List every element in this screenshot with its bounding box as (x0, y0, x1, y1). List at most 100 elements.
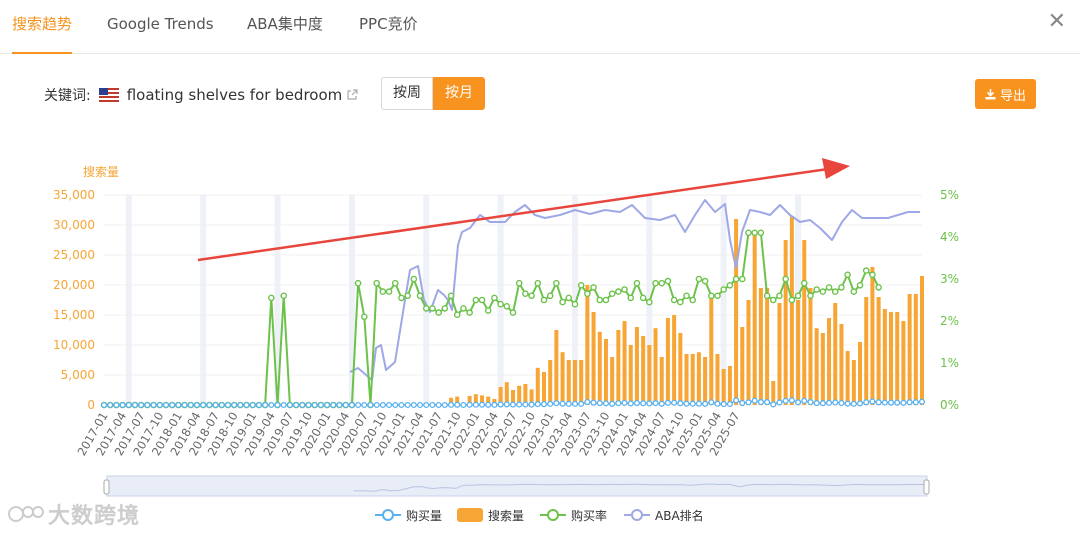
period-toggle: 按周 按月 (381, 77, 485, 110)
tab-ppc-bid[interactable]: PPC竞价 (359, 14, 418, 54)
band-shade (125, 195, 132, 405)
tab-aba-concentration[interactable]: ABA集中度 (247, 14, 323, 54)
legend-marker (547, 509, 559, 521)
purchase-volume-point (615, 400, 622, 407)
y-left-axis-label: 搜索量 (83, 164, 119, 179)
search-volume-bar (560, 352, 565, 405)
purchase-rate-point (825, 284, 833, 291)
purchase-volume-point (491, 401, 498, 408)
purchase-volume-point (621, 399, 628, 406)
purchase-rate-point (466, 309, 473, 316)
close-icon[interactable]: ✕ (1048, 10, 1066, 34)
purchase-rate-point (869, 271, 876, 279)
purchase-rate-point (602, 296, 610, 304)
weekly-button[interactable]: 按周 (381, 77, 433, 110)
search-volume-bars (449, 216, 924, 405)
purchase-rate-point (559, 298, 566, 306)
purchase-rate-point (807, 292, 814, 300)
purchase-rate-point (782, 275, 789, 283)
purchase-volume-point (398, 401, 405, 409)
purchase-rate-point (385, 288, 393, 295)
search-volume-bar (535, 367, 540, 405)
purchase-rate-point (745, 229, 752, 237)
purchase-rate-point (831, 288, 839, 295)
tab-bar: 搜索趋势 Google Trends ABA集中度 PPC竞价 ✕ (0, 0, 1080, 54)
purchase-volume-point (726, 400, 733, 408)
legend-label: 购买量 (406, 508, 442, 523)
legend-item[interactable]: 购买量 (375, 508, 442, 523)
zoom-slider (103, 475, 930, 497)
legend-item[interactable]: ABA排名 (624, 508, 704, 523)
purchase-rate-point (497, 300, 504, 308)
purchase-volume-point (342, 401, 349, 409)
purchase-volume-point (429, 401, 436, 409)
legend-item[interactable]: 购买率 (540, 508, 607, 523)
purchase-volume-point (553, 400, 560, 407)
purchase-volume-point (466, 401, 473, 408)
zoom-handle-right[interactable] (923, 479, 930, 495)
purchase-rate-point (757, 229, 765, 237)
search-volume-bar (572, 360, 577, 405)
purchase-volume-point (695, 400, 702, 407)
purchase-rate-point (360, 313, 368, 321)
purchase-rate-point (460, 305, 467, 312)
purchase-rate-point (763, 292, 771, 300)
monthly-button[interactable]: 按月 (433, 77, 485, 110)
legend-item[interactable]: 搜索量 (457, 508, 524, 523)
y-right-tick-label: 5% (940, 188, 959, 202)
purchase-rate-point (571, 300, 579, 308)
search-volume-bar (758, 288, 763, 405)
search-volume-bar (839, 324, 844, 405)
legend-marker (631, 509, 643, 521)
purchase-volume-point (485, 401, 492, 408)
purchase-volume-point (863, 399, 870, 406)
search-volume-bar (789, 216, 794, 405)
purchase-volume-point (162, 401, 170, 409)
purchase-volume-point (683, 400, 690, 407)
purchase-volume-point (175, 401, 182, 409)
purchase-rate-point (720, 286, 727, 293)
search-volume-bar (913, 294, 918, 405)
search-volume-bar (634, 327, 639, 405)
zoom-handle-left[interactable] (103, 479, 110, 495)
keyword-text: floating shelves for bedroom (126, 86, 343, 104)
search-volume-bar (597, 331, 602, 405)
export-button[interactable]: 导出 (975, 79, 1036, 109)
purchase-rate-point (708, 292, 715, 300)
purchase-volume-point (547, 400, 554, 407)
purchase-volume-point (243, 401, 250, 409)
purchase-rate-point (646, 298, 653, 306)
search-volume-bar (672, 315, 677, 405)
purchase-rate-point (484, 307, 492, 314)
purchase-volume-point (224, 401, 231, 409)
search-volume-bar (616, 330, 621, 405)
purchase-volume-point (807, 399, 814, 406)
search-volume-bar (554, 330, 559, 405)
y-left-tick-label: 20,000 (53, 278, 95, 292)
purchase-rate-point (398, 294, 405, 302)
tab-search-trends[interactable]: 搜索趋势 (12, 14, 73, 54)
search-volume-bar (920, 276, 924, 405)
purchase-rate-point (658, 279, 666, 287)
search-volume-bar (585, 285, 590, 405)
purchase-volume-point (150, 401, 157, 409)
search-volume-bar (864, 297, 869, 405)
search-volume-bar (895, 312, 900, 405)
purchase-volume-point (825, 399, 833, 406)
purchase-volume-point (788, 397, 795, 404)
purchase-volume-point (503, 401, 510, 408)
purchase-volume-point (733, 397, 740, 404)
search-volume-bar (603, 339, 608, 405)
legend-label: 购买率 (571, 508, 607, 523)
tab-google-trends[interactable]: Google Trends (107, 14, 214, 54)
purchase-rate-point (738, 275, 746, 283)
search-volume-bar (709, 297, 714, 405)
purchase-volume-point (720, 401, 727, 408)
legend-marker (382, 509, 394, 521)
y-right-tick-label: 1% (940, 356, 959, 370)
external-link-icon[interactable] (346, 89, 358, 101)
purchase-volume-point (262, 401, 269, 409)
purchase-volume-point (887, 399, 895, 406)
y-left-tick-label: 35,000 (53, 188, 95, 202)
purchase-volume-point (912, 399, 919, 406)
